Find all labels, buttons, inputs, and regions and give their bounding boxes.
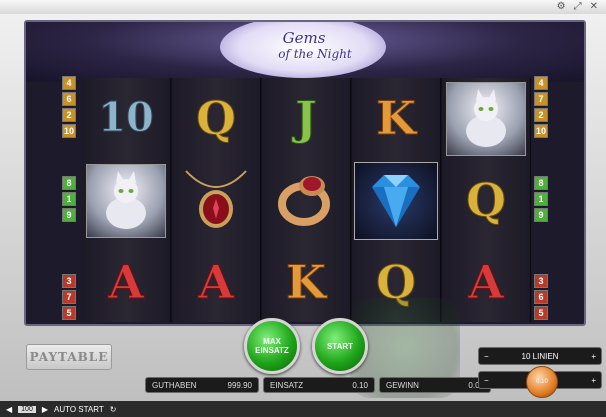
line-number: 5 bbox=[534, 306, 548, 320]
win-label: GEWINN bbox=[386, 380, 419, 390]
symbol-K: K bbox=[352, 78, 440, 158]
line-number: 3 bbox=[534, 274, 548, 288]
symbol-label: K bbox=[376, 91, 417, 145]
line-number: 6 bbox=[534, 290, 548, 304]
coin-plus-button[interactable]: + bbox=[591, 376, 596, 385]
line-numbers-right-top: 4 7 2 10 bbox=[534, 76, 548, 138]
line-number: 2 bbox=[534, 108, 548, 122]
line-number: 9 bbox=[534, 208, 548, 222]
lines-label: 10 LINIEN bbox=[521, 351, 559, 361]
symbol-J: J bbox=[262, 78, 350, 158]
cat-icon bbox=[86, 164, 166, 238]
line-number: 6 bbox=[62, 92, 76, 106]
line-number: 5 bbox=[62, 306, 76, 320]
symbol-pendant bbox=[172, 160, 260, 240]
close-icon[interactable]: ✕ bbox=[590, 1, 598, 12]
reel: QA bbox=[172, 78, 261, 322]
symbol-10: 10 bbox=[82, 78, 170, 158]
bet-display: EINSATZ 0.10 bbox=[263, 377, 375, 393]
settings-icon[interactable]: ⚙ bbox=[557, 1, 566, 12]
lines-plus-button[interactable]: + bbox=[591, 352, 596, 361]
balance-display: GUTHABEN 999.90 bbox=[145, 377, 259, 393]
reel: KQ bbox=[352, 78, 441, 322]
logo-line2: of the Night bbox=[278, 47, 352, 61]
symbol-label: 10 bbox=[98, 94, 155, 141]
ring-icon bbox=[274, 166, 338, 235]
max-bet-label: MAX EINSATZ bbox=[255, 337, 289, 355]
line-number: 8 bbox=[534, 176, 548, 190]
top-bar: ⚙ ⤢ ✕ bbox=[0, 0, 606, 14]
symbol-label: J bbox=[295, 91, 318, 145]
start-label: START bbox=[326, 341, 354, 351]
auto-decrease-icon[interactable]: ◀ bbox=[6, 405, 12, 414]
symbol-Q: Q bbox=[442, 160, 530, 240]
symbol-Q: Q bbox=[172, 78, 260, 158]
auto-increase-icon[interactable]: ▶ bbox=[42, 405, 48, 414]
line-number: 8 bbox=[62, 176, 76, 190]
lines-minus-button[interactable]: − bbox=[484, 352, 489, 361]
line-numbers-left-bottom: 3 7 5 bbox=[62, 274, 76, 320]
line-number: 4 bbox=[62, 76, 76, 90]
fullscreen-icon[interactable]: ⤢ bbox=[574, 1, 582, 12]
reel: QA bbox=[442, 78, 531, 322]
window-controls: ⚙ ⤢ ✕ bbox=[557, 1, 598, 12]
line-numbers-left-top: 4 6 2 10 bbox=[62, 76, 76, 138]
line-number: 3 bbox=[62, 274, 76, 288]
line-number: 1 bbox=[62, 192, 76, 206]
coin-minus-button[interactable]: − bbox=[484, 376, 489, 385]
game-frame: Gems of the Night 4 6 2 10 819 375 4 7 2 10 81… bbox=[24, 20, 586, 326]
symbol-label: A bbox=[468, 255, 505, 309]
symbol-ring bbox=[262, 160, 350, 240]
symbol-cat bbox=[442, 78, 530, 158]
line-number: 9 bbox=[62, 208, 76, 222]
line-numbers-right-bottom: 3 6 5 bbox=[534, 274, 548, 320]
auto-start-button[interactable]: AUTO START bbox=[54, 405, 104, 414]
status-bar: GUTHABEN 999.90 EINSATZ 0.10 GEWINN 0.00 bbox=[145, 377, 491, 393]
line-numbers-right-middle: 8 1 9 bbox=[534, 176, 548, 222]
cat-icon bbox=[446, 82, 526, 156]
line-number: 4 bbox=[534, 76, 548, 90]
bet-value: 0.10 bbox=[352, 380, 368, 390]
coin-value: 0.10 bbox=[536, 379, 548, 385]
symbol-label: A bbox=[198, 255, 235, 309]
line-number: 2 bbox=[62, 108, 76, 122]
symbol-cat bbox=[82, 160, 170, 240]
symbol-K: K bbox=[262, 242, 350, 322]
symbol-A: A bbox=[172, 242, 260, 322]
paytable-button[interactable]: PAYTABLE bbox=[26, 344, 112, 370]
pendant-icon bbox=[181, 163, 251, 238]
symbol-label: Q bbox=[195, 91, 237, 145]
symbol-A: A bbox=[82, 242, 170, 322]
line-numbers-left-middle: 8 1 9 bbox=[62, 176, 76, 222]
reel: 10 A bbox=[82, 78, 171, 322]
start-button[interactable]: START bbox=[312, 318, 368, 374]
line-number: 10 bbox=[62, 124, 76, 138]
bet-label: EINSATZ bbox=[270, 380, 304, 390]
reel: JK bbox=[262, 78, 351, 322]
game-logo: Gems of the Night bbox=[248, 30, 360, 70]
balance-label: GUTHABEN bbox=[152, 380, 197, 390]
lines-control: − 10 LINIEN + bbox=[478, 347, 602, 365]
line-number: 7 bbox=[534, 92, 548, 106]
bottom-bar: ◀ 100 ▶ AUTO START ↻ bbox=[0, 401, 606, 417]
logo-line1: Gems bbox=[282, 29, 326, 47]
symbol-diamond bbox=[352, 160, 440, 240]
symbol-label: K bbox=[286, 255, 327, 309]
line-number: 1 bbox=[534, 192, 548, 206]
symbol-label: Q bbox=[465, 173, 507, 227]
loop-icon[interactable]: ↻ bbox=[110, 405, 117, 414]
line-number: 7 bbox=[62, 290, 76, 304]
win-display: GEWINN 0.00 bbox=[379, 377, 491, 393]
diamond-icon bbox=[354, 162, 438, 240]
balance-value: 999.90 bbox=[227, 380, 252, 390]
auto-count[interactable]: 100 bbox=[18, 405, 36, 413]
coin-icon[interactable]: 0.10 bbox=[526, 366, 558, 398]
symbol-label: A bbox=[108, 255, 145, 309]
line-number: 10 bbox=[534, 124, 548, 138]
reel-area: 10 A Q A J K K Q Q A bbox=[82, 78, 531, 322]
max-bet-button[interactable]: MAX EINSATZ bbox=[244, 318, 300, 374]
